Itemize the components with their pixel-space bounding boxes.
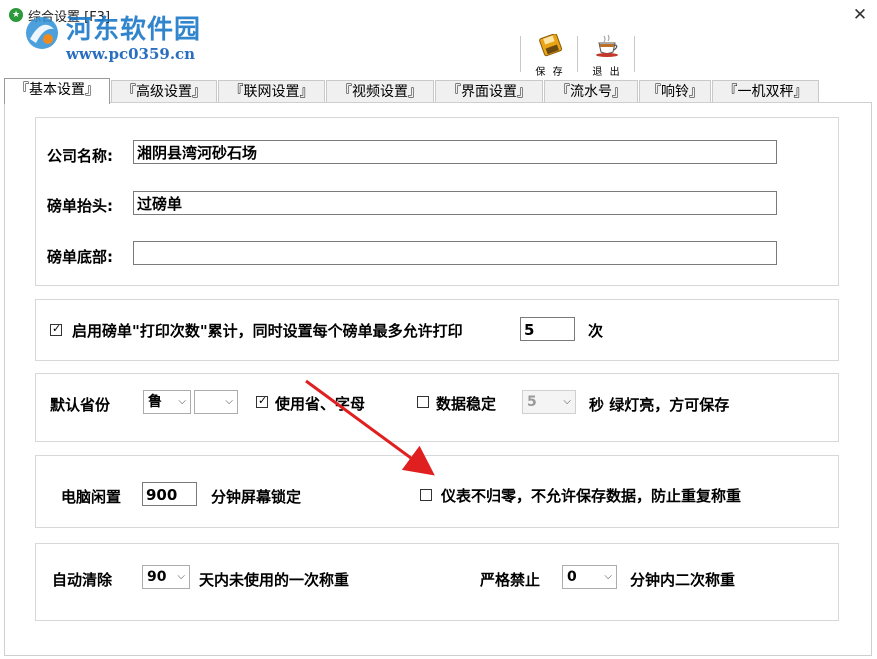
floppy-disk-icon xyxy=(539,33,563,57)
chevron-down-icon: ⌵ xyxy=(178,396,186,407)
watermark-url: www.pc0359.cn xyxy=(66,45,196,63)
province-label: 默认省份 xyxy=(50,396,111,414)
clean-days-suffix: 天内未使用的一次称重 xyxy=(199,571,350,589)
province-select[interactable]: 鲁 ⌵ xyxy=(143,390,191,414)
strict-label: 严格禁止 xyxy=(480,571,541,589)
data-stable-label: 数据稳定 xyxy=(436,395,497,413)
print-count-label: 启用磅单"打印次数"累计，同时设置每个磅单最多允许打印 xyxy=(72,322,463,340)
clean-days-select[interactable]: 90 ⌵ xyxy=(142,565,190,589)
chevron-down-icon: ⌵ xyxy=(604,571,612,582)
tab-network[interactable]: 『联网设置』 xyxy=(218,80,325,103)
company-name-label: 公司名称: xyxy=(47,147,113,165)
auto-clean-label: 自动清除 xyxy=(52,571,113,589)
toolbar-divider xyxy=(520,36,521,72)
tab-serial[interactable]: 『流水号』 xyxy=(544,80,638,103)
data-stable-checkbox[interactable] xyxy=(417,396,429,408)
checkmark-icon: ✓ xyxy=(52,322,62,335)
exit-button[interactable]: 退 出 xyxy=(583,34,631,78)
tab-advanced[interactable]: 『高级设置』 xyxy=(111,80,217,103)
toolbar-divider xyxy=(634,36,635,72)
print-count-field[interactable]: 5 xyxy=(520,317,575,341)
idle-group: 电脑闲置 900 分钟屏幕锁定 仪表不归零，不允许保存数据，防止重复称重 xyxy=(35,455,839,528)
footer-label: 磅单底部: xyxy=(47,248,113,266)
chevron-down-icon: ⌵ xyxy=(177,571,185,582)
chevron-down-icon: ⌵ xyxy=(225,396,233,407)
settings-window: ★ 综合设置 [F3] ✕ 河东软件园 www.pc0359.cn 保 存 退 … xyxy=(0,0,877,659)
idle-suffix: 分钟屏幕锁定 xyxy=(211,488,302,506)
clean-days-value: 90 xyxy=(147,569,167,585)
exit-button-label: 退 出 xyxy=(592,67,622,78)
chevron-down-icon: ⌵ xyxy=(563,396,571,407)
header-label: 磅单抬头: xyxy=(47,197,113,215)
close-icon[interactable]: ✕ xyxy=(847,2,873,28)
footer-field[interactable] xyxy=(133,241,777,265)
strict-minutes-select[interactable]: 0 ⌵ xyxy=(562,565,617,589)
save-button[interactable]: 保 存 xyxy=(526,33,574,78)
tab-basic[interactable]: 『基本设置』 xyxy=(4,78,110,104)
tab-video[interactable]: 『视频设置』 xyxy=(326,80,434,103)
stable-seconds-value: 5 xyxy=(527,394,537,410)
print-count-checkbox[interactable]: ✓ xyxy=(50,322,62,336)
toolbar-divider xyxy=(577,36,578,72)
tab-bell[interactable]: 『响铃』 xyxy=(639,80,711,103)
province-group: 默认省份 鲁 ⌵ ⌵ ✓ 使用省、字母 数据稳定 5 ⌵ 秒 绿灯亮，方可保存 xyxy=(35,373,839,442)
watermark-logo-icon xyxy=(26,17,58,49)
no-zero-checkbox[interactable] xyxy=(420,489,432,501)
use-letters-checkbox[interactable]: ✓ xyxy=(256,394,268,408)
stable-suffix: 秒 绿灯亮，方可保存 xyxy=(589,396,730,414)
print-count-group: ✓ 启用磅单"打印次数"累计，同时设置每个磅单最多允许打印 5 次 xyxy=(35,299,839,361)
idle-minutes-field[interactable]: 900 xyxy=(142,482,197,506)
checkmark-icon: ✓ xyxy=(258,394,268,407)
cleanup-group: 自动清除 90 ⌵ 天内未使用的一次称重 严格禁止 0 ⌵ 分钟内二次称重 xyxy=(35,543,839,621)
coffee-cup-icon xyxy=(596,34,618,57)
use-letters-label: 使用省、字母 xyxy=(275,395,366,413)
print-count-unit: 次 xyxy=(588,322,604,340)
company-group: 公司名称: 湘阴县湾河砂石场 磅单抬头: 过磅单 磅单底部: xyxy=(35,117,839,286)
strict-minutes-value: 0 xyxy=(567,569,577,585)
tab-dual-scale[interactable]: 『一机双秤』 xyxy=(712,80,819,103)
save-button-label: 保 存 xyxy=(535,67,565,78)
watermark-site-name: 河东软件园 xyxy=(66,15,202,45)
no-zero-label: 仪表不归零，不允许保存数据，防止重复称重 xyxy=(441,487,742,505)
company-name-field[interactable]: 湘阴县湾河砂石场 xyxy=(133,140,777,164)
province-select-value: 鲁 xyxy=(148,394,162,410)
watermark: 河东软件园 www.pc0359.cn xyxy=(22,5,222,65)
app-icon: ★ xyxy=(9,8,23,22)
letter-select[interactable]: ⌵ xyxy=(194,390,238,414)
tab-interface[interactable]: 『界面设置』 xyxy=(435,80,543,103)
idle-label: 电脑闲置 xyxy=(61,488,122,506)
strict-suffix: 分钟内二次称重 xyxy=(630,571,736,589)
stable-seconds-select[interactable]: 5 ⌵ xyxy=(522,390,576,414)
header-field[interactable]: 过磅单 xyxy=(133,191,777,215)
